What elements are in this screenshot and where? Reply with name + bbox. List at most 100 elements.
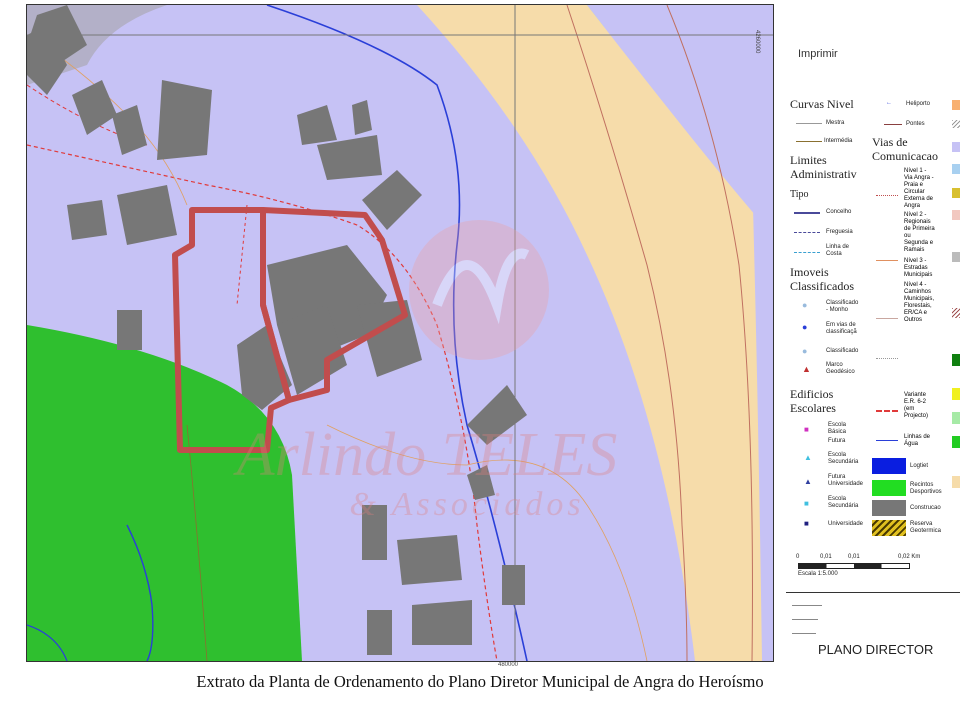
vias-nivel2: Nível 2 - Regionais de Primeira ou Segun… — [904, 212, 935, 254]
strip-green — [952, 436, 960, 448]
nivel4-l2: Municipais, — [904, 296, 935, 302]
nivel1-l4: Externa de — [904, 196, 934, 202]
strip-beige — [952, 476, 960, 488]
print-link[interactable]: Imprimir — [798, 48, 838, 60]
recintos-swatch — [872, 480, 906, 496]
logtiet-swatch — [872, 458, 906, 474]
vias-nivel3: Nível 3 - Estradas Municipais — [904, 258, 932, 279]
em-vias-1: Em vias de — [826, 322, 856, 328]
strip-lavender — [952, 142, 960, 152]
mestra-label: Mestra — [826, 120, 845, 126]
title-line-2 — [792, 619, 818, 620]
nivel1-line — [876, 195, 898, 196]
strip-hatch — [952, 120, 960, 128]
strip-orange — [952, 100, 960, 110]
pontes-line — [884, 124, 902, 125]
basica-1: Escola — [828, 422, 847, 428]
concelho-label: Concelho — [826, 209, 852, 215]
secundaria-2: Secundária — [828, 459, 859, 465]
vias-agua: Linhas de Água — [904, 434, 930, 448]
reserva-2: Geotermica — [910, 528, 942, 534]
scale-3: 0,02 Km — [898, 554, 921, 560]
strip-pink — [952, 210, 960, 220]
nivel3-line — [876, 318, 898, 319]
secundaria2-2: Secundária — [828, 503, 859, 509]
nivel2-l0: Nível 2 - — [904, 212, 927, 218]
freguesia-label: Freguesia — [826, 229, 853, 235]
map-caption: Extrato da Planta de Ordenamento do Plan… — [196, 672, 764, 691]
classificado-mont-icon: ● — [802, 300, 808, 310]
mestra-line — [796, 123, 822, 124]
title-line-1 — [792, 605, 822, 606]
variante-line — [876, 410, 898, 412]
edificios-title-1: Edificios — [790, 387, 834, 401]
nivel3-l0: Nível 3 - — [904, 258, 927, 264]
imoveis-title-2: Classificados — [790, 279, 854, 293]
basica-icon: ■ — [804, 425, 809, 434]
nivel2-l2: de Primeira — [904, 226, 935, 232]
helipad-icon: ← — [886, 100, 892, 106]
helipad-label: Heliporto — [906, 101, 931, 107]
scale-escala: Escala 1:5.000 — [798, 571, 838, 577]
variante-l1: E.R. 6-2 — [904, 399, 927, 405]
nivel2-line — [876, 260, 898, 261]
limites-title-2: Administrativ — [790, 167, 857, 181]
strip-yellow — [952, 388, 960, 400]
tipo-label: Tipo — [790, 189, 809, 200]
strip-grey — [952, 252, 960, 262]
em-vias-2: classificaçã — [826, 329, 857, 335]
intermedia-label: Intermédia — [824, 138, 853, 144]
title-line-3 — [792, 633, 816, 634]
construcao-label: Construcao — [910, 505, 941, 511]
nivel3-l2: Municipais — [904, 272, 933, 278]
futura-univ-icon: ▲ — [804, 477, 812, 486]
imoveis-title-1: Imoveis — [790, 265, 829, 279]
freguesia-line — [794, 232, 820, 233]
nivel4-l4: ER/CA e — [904, 310, 928, 316]
classificado-icon: ● — [802, 346, 808, 356]
secundaria2-icon: ■ — [804, 499, 809, 508]
strip-blue — [952, 164, 960, 174]
classificado-mont-2: - Monho — [826, 307, 849, 313]
nivel4-l1: Caminhos — [904, 289, 932, 295]
strip-darkgreen — [952, 354, 960, 366]
secundaria-icon: ▲ — [804, 453, 812, 462]
watermark-line2: & Associados — [349, 486, 584, 523]
futura-univ-2: Universidade — [828, 481, 864, 487]
nivel4-l0: Nível 4 - — [904, 282, 927, 288]
nivel4-l3: Florestais, — [904, 303, 932, 309]
title-block — [786, 592, 960, 672]
nivel3-l1: Estradas — [904, 265, 928, 271]
variante-l2: (em — [904, 406, 915, 412]
scale-1: 0,01 — [820, 554, 832, 560]
nivel1-l0: Nível 1 - — [904, 168, 927, 174]
variante-l3: Projecto) — [904, 413, 929, 419]
map-panel: Arlindo TELES & Associados — [26, 4, 774, 662]
limites-title-1: Limites — [790, 153, 827, 167]
agua-l1: Água — [904, 441, 919, 447]
basica-2: Básica — [828, 429, 847, 435]
vias-nivel4: Nível 4 - Caminhos Municipais, Florestai… — [904, 282, 934, 324]
curvas-title: Curvas Nivel — [790, 97, 854, 111]
universidade-label: Universidade — [828, 521, 864, 527]
vias-variante: Variante E.R. 6-2 (em Projecto) — [904, 392, 928, 420]
costa-label-1: Linha de — [826, 244, 850, 250]
secundaria-1: Escola — [828, 452, 847, 458]
costa-line — [794, 252, 820, 253]
agua-line — [876, 440, 898, 441]
scale-2: 0,01 — [848, 554, 860, 560]
nivel1-l3: Circular — [904, 189, 925, 195]
reserva-swatch — [872, 520, 906, 536]
watermark-line1: Arlindo TELES — [233, 421, 618, 489]
nivel2-l4: Segunda e — [904, 240, 934, 246]
recintos-2: Desportivos — [910, 489, 942, 495]
costa-label-2: Costa — [826, 251, 842, 257]
agua-l0: Linhas de — [904, 434, 931, 440]
nivel1-l2: Praia e — [904, 182, 924, 188]
scale-bar — [798, 563, 910, 569]
frame-label-right: 4260000 — [754, 30, 760, 54]
nivel2-l1: Regionais — [904, 219, 931, 225]
construcao-swatch — [872, 500, 906, 516]
nivel4-line — [876, 358, 898, 359]
strip-mint — [952, 412, 960, 424]
